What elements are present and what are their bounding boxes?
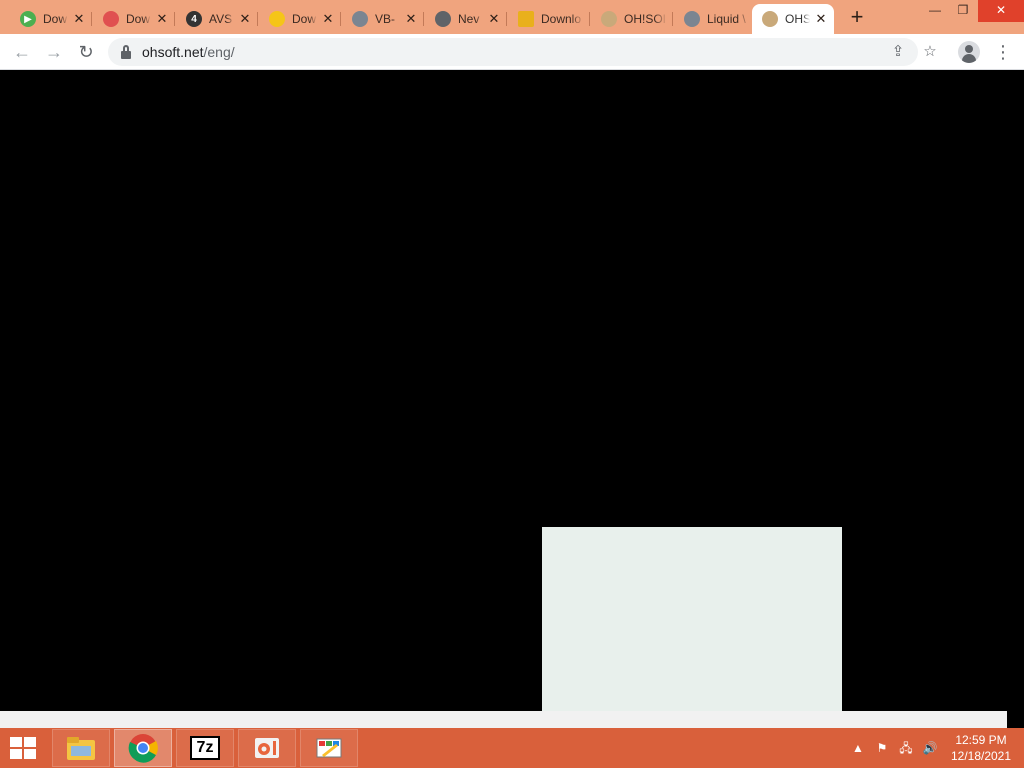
- system-clock[interactable]: 12:59 PM 12/18/2021: [946, 732, 1016, 764]
- back-button[interactable]: ←: [10, 40, 34, 64]
- download-green-icon: ▶: [20, 11, 36, 27]
- taskbar-file-explorer[interactable]: [52, 729, 110, 767]
- avs-icon: 4: [186, 11, 202, 27]
- address-bar[interactable]: ohsoft.net/eng/ ⇪: [108, 38, 918, 66]
- url-host: ohsoft.net: [142, 44, 204, 60]
- new-tab-button[interactable]: +: [845, 6, 869, 30]
- reload-button[interactable]: ↻: [74, 40, 98, 64]
- content-panel: [542, 527, 842, 711]
- close-icon[interactable]: ✕: [814, 12, 828, 26]
- close-icon[interactable]: ✕: [238, 12, 252, 26]
- window-close-button[interactable]: ✕: [978, 0, 1024, 22]
- clock-date: 12/18/2021: [950, 749, 1012, 763]
- download-red-icon: [103, 11, 119, 27]
- tab-title: Dow: [292, 12, 317, 26]
- volume-icon[interactable]: 🔊: [922, 740, 938, 756]
- tab-title: Dow: [43, 12, 68, 26]
- restore-button[interactable]: ❐: [948, 0, 978, 22]
- show-hidden-icons-icon[interactable]: ▲: [850, 740, 866, 756]
- browser-toolbar: ← → ↻ ohsoft.net/eng/ ⇪ ☆ ⋮: [0, 34, 1024, 70]
- vertical-scrollbar[interactable]: [1007, 71, 1024, 711]
- url-path: /eng/: [203, 44, 235, 60]
- tab-5[interactable]: VB- ✕: [342, 4, 424, 34]
- taskbar-paint-app[interactable]: [300, 729, 358, 767]
- 7zip-icon: 7z: [190, 736, 220, 760]
- tab-6[interactable]: Nev ✕: [425, 4, 507, 34]
- horizontal-scrollbar[interactable]: [0, 711, 1007, 728]
- close-icon[interactable]: ✕: [487, 12, 501, 26]
- network-icon[interactable]: 🖧: [898, 740, 914, 756]
- tab-4[interactable]: Dow ✕: [259, 4, 341, 34]
- tab-title: AVS: [209, 12, 233, 26]
- url-text[interactable]: ohsoft.net/eng/: [142, 44, 235, 60]
- ohsoft-icon: [601, 11, 617, 27]
- action-center-flag-icon[interactable]: ⚑: [874, 740, 890, 756]
- taskbar-ohsoft-app[interactable]: [238, 729, 296, 767]
- close-icon[interactable]: ✕: [404, 12, 418, 26]
- tab-2[interactable]: Dow ✕: [93, 4, 175, 34]
- globe-icon: [684, 11, 700, 27]
- paint-app-icon: [316, 738, 342, 758]
- taskbar: 7z ▲ ⚑ 🖧 🔊 12:59 PM 12/18/2021: [0, 728, 1024, 768]
- tab-title: Dow: [126, 12, 151, 26]
- tab-title: Nev: [458, 12, 480, 26]
- close-icon[interactable]: ✕: [155, 12, 169, 26]
- profile-avatar[interactable]: [958, 41, 980, 63]
- tab-strip: ▶ Dow ✕ Dow ✕ 4 AVS ✕ Dow ✕ VB- ✕ Nev ✕ …: [0, 0, 1024, 34]
- chrome-menu-icon[interactable]: ⋮: [994, 40, 1012, 64]
- download-yellow-icon: [269, 11, 285, 27]
- bookmark-star-icon[interactable]: ☆: [918, 40, 942, 64]
- clock-time: 12:59 PM: [955, 733, 1007, 747]
- taskbar-7zip[interactable]: 7z: [176, 729, 234, 767]
- minimize-button[interactable]: —: [920, 0, 950, 22]
- ohsoft-icon: [762, 11, 778, 27]
- tab-1[interactable]: ▶ Dow ✕: [10, 4, 92, 34]
- tab-9[interactable]: Liquid \: [674, 4, 756, 34]
- tab-title: VB-: [375, 12, 396, 26]
- download-ribbon-icon: [518, 11, 534, 27]
- chrome-icon: [435, 11, 451, 27]
- close-icon[interactable]: ✕: [72, 12, 86, 26]
- tab-3[interactable]: 4 AVS ✕: [176, 4, 258, 34]
- tab-8[interactable]: OH!SOI: [591, 4, 673, 34]
- scrollbar-corner: [1007, 711, 1024, 728]
- close-icon[interactable]: ✕: [321, 12, 335, 26]
- start-button[interactable]: [8, 736, 38, 760]
- forward-button[interactable]: →: [42, 40, 66, 64]
- tab-7[interactable]: Downlo: [508, 4, 590, 34]
- taskbar-chrome[interactable]: [114, 729, 172, 767]
- chrome-icon: [128, 734, 158, 763]
- tab-active[interactable]: OHS ✕: [752, 4, 834, 34]
- tab-title: OHS: [785, 12, 810, 26]
- lock-icon[interactable]: [120, 45, 132, 59]
- tab-title: Downlo: [541, 12, 582, 26]
- globe-icon: [352, 11, 368, 27]
- ohsoft-app-icon: [255, 738, 279, 758]
- tab-title: OH!SOI: [624, 12, 667, 26]
- share-icon[interactable]: ⇪: [886, 40, 910, 64]
- tab-title: Liquid \: [707, 12, 746, 26]
- page-viewport: [0, 71, 1007, 711]
- folder-icon: [67, 737, 95, 760]
